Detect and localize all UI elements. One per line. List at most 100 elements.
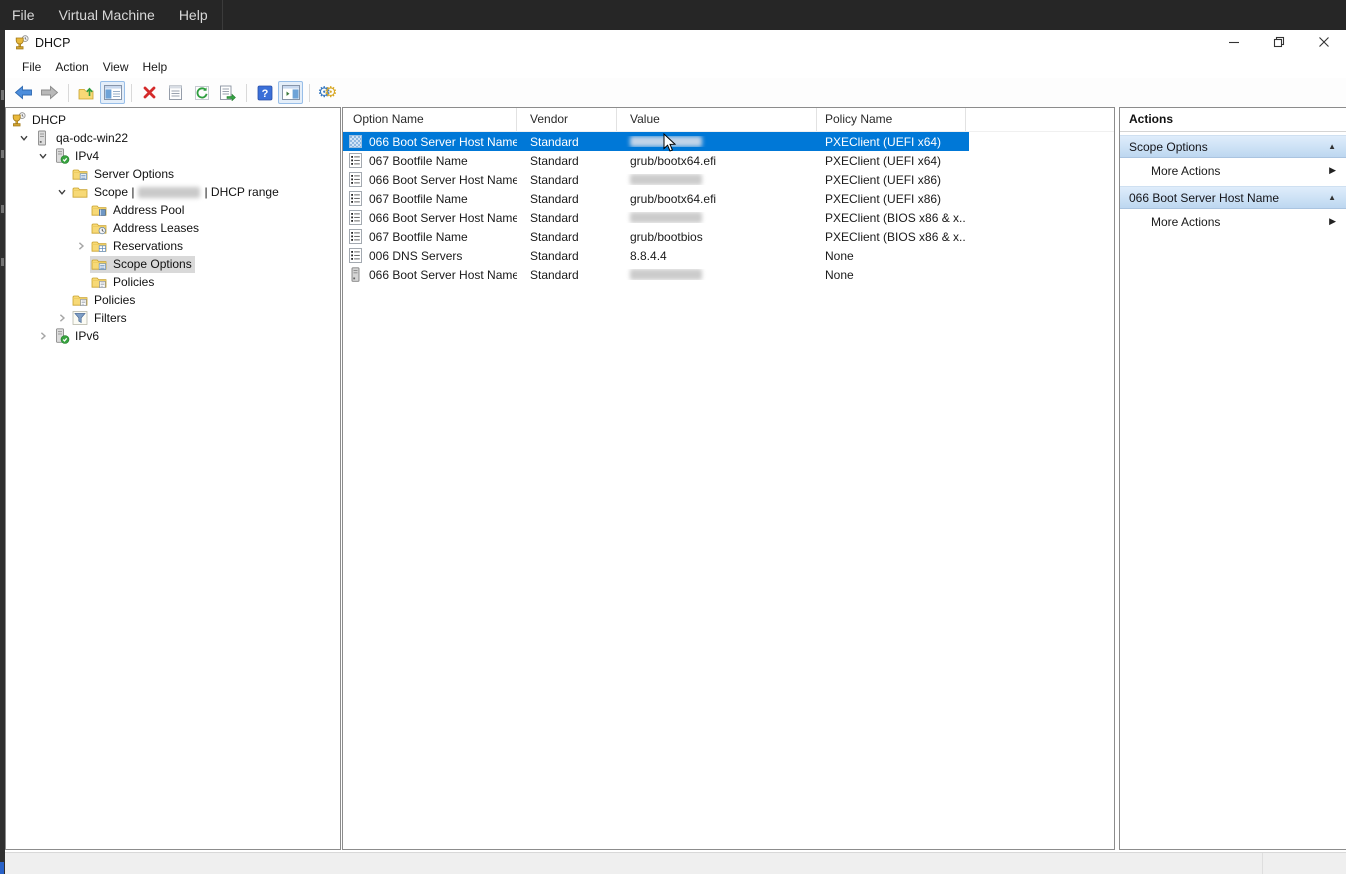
column-header-vendor[interactable]: Vendor	[517, 108, 617, 131]
tree-item-label: Reservations	[113, 239, 183, 253]
tree-item-body[interactable]: DHCP	[9, 112, 69, 129]
tree-item-body[interactable]: Reservations	[90, 238, 186, 255]
titlebar[interactable]: DHCP	[5, 30, 1346, 57]
minimize-button[interactable]	[1211, 30, 1256, 57]
action-group-header[interactable]: 066 Boot Server Host Name▲	[1120, 186, 1346, 209]
tree-item-body[interactable]: IPv6	[52, 328, 102, 345]
tree-item-qa-odc-win22[interactable]: qa-odc-win22	[6, 129, 340, 147]
tree-item-body[interactable]: Policies	[71, 292, 138, 309]
tree-item-reservations[interactable]: Reservations	[6, 237, 340, 255]
tree-item-address-leases[interactable]: Address Leases	[6, 219, 340, 237]
cell-value: 8.8.4.4	[617, 249, 817, 263]
table-row[interactable]: 067 Bootfile NameStandardgrub/bootx64.ef…	[343, 151, 1114, 170]
restore-button[interactable]	[1256, 30, 1301, 57]
list-header: Option NameVendorValuePolicy Name	[343, 108, 1114, 132]
tree-item-ipv4[interactable]: IPv4	[6, 147, 340, 165]
cell-policy-name: PXEClient (UEFI x64)	[817, 154, 966, 168]
table-row[interactable]: 067 Bootfile NameStandardgrub/bootbiosPX…	[343, 227, 1114, 246]
column-header-option-name[interactable]: Option Name	[343, 108, 517, 131]
chevron-right-icon[interactable]	[33, 327, 52, 345]
export-list-button[interactable]	[215, 81, 240, 104]
tree-item-body[interactable]: Scope Options	[90, 256, 195, 273]
toolbar-separator	[131, 84, 132, 102]
cell-vendor: Standard	[517, 192, 617, 206]
menu-file[interactable]: File	[15, 57, 48, 78]
action-item-more-actions[interactable]: More Actions▶	[1120, 209, 1346, 234]
action-group-scope-options: Scope Options▲More Actions▶	[1120, 135, 1346, 183]
menu-view[interactable]: View	[96, 57, 136, 78]
action-group-header[interactable]: Scope Options▲	[1120, 135, 1346, 158]
table-row[interactable]: 066 Boot Server Host NameStandardPXEClie…	[343, 170, 1114, 189]
help-button[interactable]: ?	[252, 81, 277, 104]
delete-x-icon	[142, 85, 157, 100]
services-button[interactable]: ⚙⚙	[315, 81, 340, 104]
vm-menu-file[interactable]: File	[0, 0, 47, 30]
refresh-button[interactable]	[189, 81, 214, 104]
tree-item-label: Policies	[113, 275, 154, 289]
collapse-caret-icon[interactable]: ▲	[1328, 193, 1336, 202]
menu-help[interactable]: Help	[136, 57, 175, 78]
tree-item-ipv6[interactable]: IPv6	[6, 327, 340, 345]
chevron-right-icon[interactable]	[52, 309, 71, 327]
tree-item-policies[interactable]: Policies	[6, 273, 340, 291]
table-row[interactable]: 006 DNS ServersStandard8.8.4.4None	[343, 246, 1114, 265]
show-action-pane-button[interactable]	[278, 81, 303, 104]
redacted-value	[630, 212, 702, 223]
menubar: FileActionViewHelp	[5, 57, 1346, 78]
table-row[interactable]: 066 Boot Server Host NameStandardNone	[343, 265, 1114, 284]
up-one-level-button[interactable]	[74, 81, 99, 104]
tree-item-body[interactable]: Address Leases	[90, 220, 202, 237]
tree-item-body[interactable]: qa-odc-win22	[33, 130, 131, 147]
tree-item-body[interactable]: Address Pool	[90, 202, 187, 219]
tree-item-scope[interactable]: Scope || DHCP range	[6, 183, 340, 201]
dhcp-window: DHCP FileActionViewHelp ?⚙⚙ DHCPqa-odc-w…	[5, 30, 1346, 852]
tree-item-filters[interactable]: Filters	[6, 309, 340, 327]
collapse-caret-icon[interactable]: ▲	[1328, 142, 1336, 151]
toolbar: ? ⚙⚙	[5, 78, 1346, 107]
list-icon	[349, 248, 363, 263]
cell-vendor: Standard	[517, 154, 617, 168]
option-name-text: 067 Bootfile Name	[369, 192, 468, 206]
list-icon	[349, 153, 363, 168]
tree-item-body[interactable]: Filters	[71, 310, 130, 327]
folder-book-icon	[91, 202, 108, 218]
back-button[interactable]	[11, 81, 36, 104]
column-header-value[interactable]: Value	[617, 108, 817, 131]
chevron-down-icon[interactable]	[33, 147, 52, 165]
list-icon	[349, 191, 363, 206]
action-item-more-actions[interactable]: More Actions▶	[1120, 158, 1346, 183]
tree-item-body[interactable]: Scope || DHCP range	[71, 184, 282, 201]
properties-button[interactable]	[163, 81, 188, 104]
tree-item-body[interactable]: IPv4	[52, 148, 102, 165]
tree-item-scope-options[interactable]: Scope Options	[6, 255, 340, 273]
tree-item-body[interactable]: Server Options	[71, 166, 177, 183]
chevron-down-icon[interactable]	[52, 183, 71, 201]
tree-item-body[interactable]: Policies	[90, 274, 157, 291]
folder-gear-icon	[72, 166, 89, 182]
table-row[interactable]: 067 Bootfile NameStandardgrub/bootx64.ef…	[343, 189, 1114, 208]
close-button[interactable]	[1301, 30, 1346, 57]
vm-menu-help[interactable]: Help	[167, 0, 220, 30]
export-list-icon	[219, 85, 236, 101]
vm-menu-virtual-machine[interactable]: Virtual Machine	[47, 0, 167, 30]
chevron-right-icon[interactable]	[71, 237, 90, 255]
forward-button[interactable]	[37, 81, 62, 104]
table-row[interactable]: 066 Boot Server Host NameStandardPXEClie…	[343, 208, 1114, 227]
show-console-tree-button[interactable]	[100, 81, 125, 104]
tree-item-address-pool[interactable]: Address Pool	[6, 201, 340, 219]
tree-item-server-options[interactable]: Server Options	[6, 165, 340, 183]
menu-action[interactable]: Action	[48, 57, 95, 78]
option-name-text: 067 Bootfile Name	[369, 154, 468, 168]
funnel-icon	[72, 310, 89, 326]
column-header-policy-name[interactable]: Policy Name	[817, 108, 966, 131]
server-icon	[34, 130, 51, 146]
chevron-down-icon[interactable]	[14, 129, 33, 147]
server-small-icon	[349, 267, 363, 282]
table-row[interactable]: 066 Boot Server Host NameStandardPXEClie…	[343, 132, 1114, 151]
tree-item-policies[interactable]: Policies	[6, 291, 340, 309]
option-name-text: 066 Boot Server Host Name	[369, 211, 517, 225]
actions-pane-title: Actions	[1120, 108, 1346, 132]
delete-button[interactable]	[137, 81, 162, 104]
redacted-value	[630, 174, 702, 185]
tree-item-dhcp[interactable]: DHCP	[6, 111, 340, 129]
